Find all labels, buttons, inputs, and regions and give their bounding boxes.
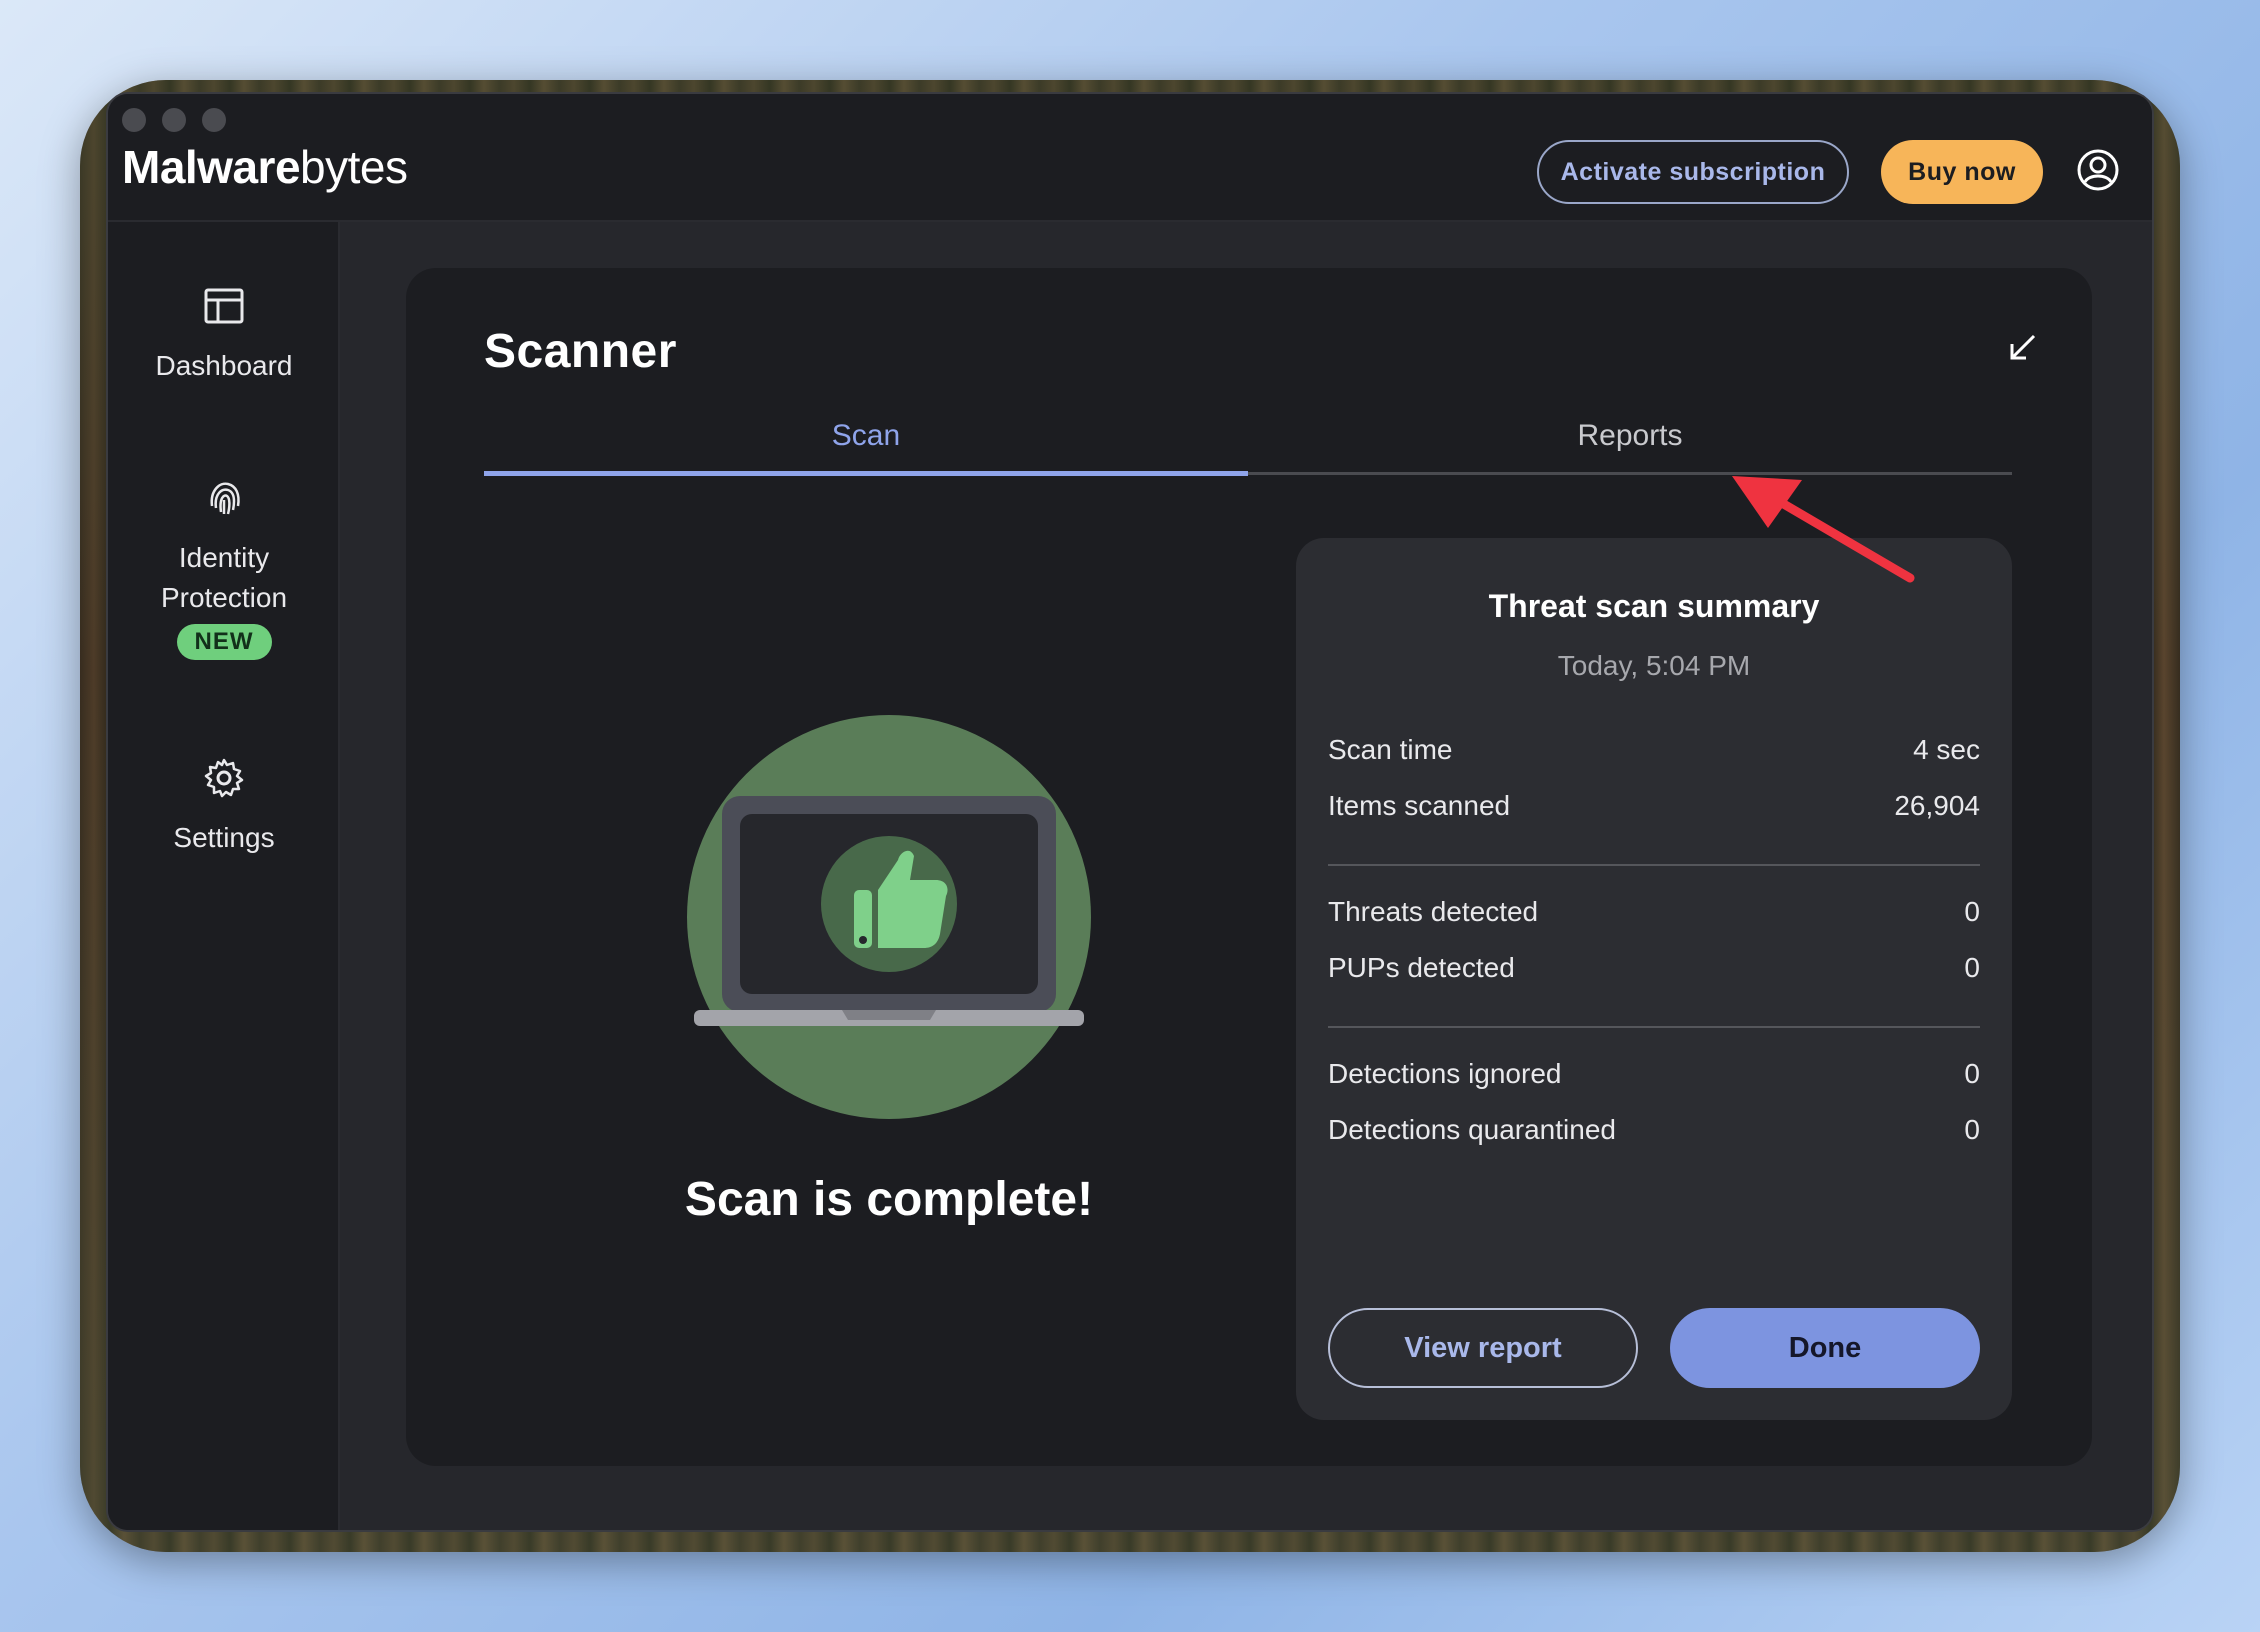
- summary-divider: [1328, 864, 1980, 866]
- summary-row: Scan time 4 sec: [1328, 734, 1980, 766]
- summary-row-label: Items scanned: [1328, 790, 1511, 821]
- summary-row-label: Scan time: [1328, 734, 1453, 765]
- summary-row: PUPs detected 0: [1328, 952, 1980, 984]
- summary-row-value: 0: [1964, 1058, 1980, 1089]
- scan-status-text: Scan is complete!: [684, 1173, 1094, 1226]
- summary-row: Threats detected 0: [1328, 896, 1980, 928]
- new-badge: NEW: [176, 624, 272, 660]
- sidebar-item-settings[interactable]: Settings: [108, 756, 340, 858]
- summary-row-value: 26,904: [1894, 790, 1980, 821]
- summary-row-label: Detections quarantined: [1328, 1114, 1616, 1145]
- summary-row-label: PUPs detected: [1328, 952, 1515, 983]
- summary-row-value: 4 sec: [1913, 734, 1980, 765]
- activate-subscription-button[interactable]: Activate subscription: [1537, 140, 1849, 204]
- account-circle-icon[interactable]: [2076, 148, 2120, 192]
- minimize-window-button[interactable]: [162, 108, 186, 132]
- tab-reports[interactable]: Reports: [1248, 416, 2012, 456]
- dashboard-icon: [204, 288, 244, 324]
- red-annotation-arrow-icon: [1732, 476, 1915, 583]
- collapse-arrow-icon[interactable]: [2002, 328, 2042, 368]
- summary-date: Today, 5:04 PM: [1557, 650, 1751, 681]
- buy-now-button[interactable]: Buy now: [1881, 140, 2043, 204]
- zoom-window-button[interactable]: [202, 108, 226, 132]
- summary-row-value: 0: [1964, 896, 1980, 927]
- sidebar-item-dashboard[interactable]: Dashboard: [108, 284, 340, 386]
- summary-row: Detections quarantined 0: [1328, 1114, 1980, 1146]
- sidebar-item-label-line1: Identity: [178, 542, 270, 573]
- summary-title: Threat scan summary: [1488, 588, 1820, 624]
- summary-row-value: 0: [1964, 952, 1980, 983]
- logo-bold-text: Malware: [122, 141, 301, 193]
- page-title: Scanner: [484, 325, 677, 378]
- summary-row: Items scanned 26,904: [1328, 790, 1980, 822]
- sidebar-item-label: Dashboard: [155, 350, 293, 381]
- tab-underline-active: [484, 471, 1248, 476]
- logo-light-text: bytes: [300, 141, 408, 193]
- sidebar-item-label-line2: Protection: [160, 582, 288, 613]
- app-window: Malware bytes Activate subscription Buy n…: [106, 92, 2154, 1532]
- main-content: Scanner Scan Reports Scan is complete! T…: [340, 222, 2152, 1530]
- summary-divider: [1328, 1026, 1980, 1028]
- summary-row-label: Threats detected: [1328, 896, 1539, 927]
- summary-row: Detections ignored 0: [1328, 1058, 1980, 1090]
- scanner-tabs: Scan Reports: [484, 416, 2012, 476]
- view-report-button[interactable]: View report: [1328, 1308, 1638, 1388]
- gear-icon: [204, 758, 244, 798]
- sidebar-item-identity-protection[interactable]: Identity Protection NEW: [108, 476, 340, 660]
- scan-complete-laptop-thumbs-up-illustration: [687, 715, 1091, 1119]
- top-bar: Malware bytes Activate subscription Buy n…: [108, 94, 2152, 222]
- app-logo: Malware bytes: [122, 140, 408, 194]
- threat-scan-summary-card: Threat scan summary Today, 5:04 PM Scan …: [1296, 538, 2012, 1420]
- window-controls: [122, 108, 226, 132]
- close-window-button[interactable]: [122, 108, 146, 132]
- summary-row-value: 0: [1964, 1114, 1980, 1145]
- done-button[interactable]: Done: [1670, 1308, 1980, 1388]
- fingerprint-icon: [210, 482, 240, 515]
- sidebar: Dashboard Identity Protection NEW Settin…: [108, 222, 340, 1530]
- sidebar-item-label: Settings: [173, 822, 275, 853]
- summary-row-label: Detections ignored: [1328, 1058, 1562, 1089]
- tab-scan[interactable]: Scan: [484, 416, 1248, 456]
- scanner-panel: Scanner Scan Reports Scan is complete! T…: [406, 268, 2092, 1466]
